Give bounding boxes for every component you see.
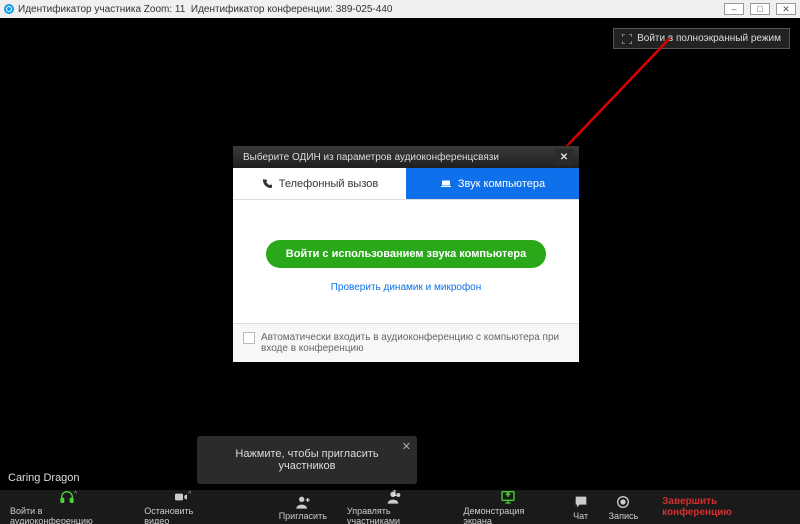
invite-label: Пригласить [279, 511, 327, 521]
invite-icon [295, 494, 311, 510]
end-meeting-button[interactable]: Завершить конференцию [648, 490, 800, 524]
audio-tabs: Телефонный вызов Звук компьютера [233, 168, 579, 200]
tab-phone-call[interactable]: Телефонный вызов [233, 168, 406, 199]
meeting-toolbar: ^ Войти в аудиоконференцию ^ Остановить … [0, 490, 800, 524]
invite-tooltip: ✕ Нажмите, чтобы пригласить участников [197, 436, 417, 484]
share-screen-label: Демонстрация экрана [463, 506, 552, 524]
window-controls: – □ ✕ [724, 3, 796, 15]
fullscreen-icon [622, 34, 632, 44]
tooltip-close-button[interactable]: ✕ [402, 440, 411, 453]
dialog-close-button[interactable]: ✕ [555, 149, 573, 165]
fullscreen-label: Войти в полноэкранный режим [637, 33, 781, 44]
participants-count-badge: 1 [393, 489, 397, 498]
chevron-up-icon: ^ [74, 491, 77, 498]
phone-icon [261, 178, 273, 190]
video-camera-icon [173, 489, 189, 505]
manage-participants-button[interactable]: 1 Управлять участниками [337, 490, 453, 524]
join-audio-label: Войти в аудиоконференцию [10, 506, 124, 524]
record-button[interactable]: Запись [599, 490, 649, 524]
participant-id-value: 11 [175, 4, 185, 15]
laptop-icon [440, 178, 452, 190]
dialog-titlebar: Выберите ОДИН из параметров аудиоконфере… [233, 146, 579, 168]
stop-video-label: Остановить видео [144, 506, 218, 524]
tooltip-text: Нажмите, чтобы пригласить участников [235, 448, 378, 472]
stop-video-button[interactable]: ^ Остановить видео [134, 490, 228, 524]
test-speaker-mic-link[interactable]: Проверить динамик и микрофон [331, 282, 482, 293]
share-screen-icon [500, 489, 516, 505]
maximize-button[interactable]: □ [750, 3, 770, 15]
tab-computer-label: Звук компьютера [458, 178, 545, 190]
chat-label: Чат [573, 511, 588, 521]
conference-id-label: Идентификатор конференции: [191, 4, 333, 15]
record-icon [615, 494, 631, 510]
dialog-footer: Автоматически входить в аудиоконференцию… [233, 323, 579, 362]
conference-id-value: 389-025-440 [336, 4, 393, 15]
headphones-icon [59, 489, 75, 505]
participant-id-label: Идентификатор участника Zoom: [18, 4, 172, 15]
dialog-body: Войти с использованием звука компьютера … [233, 200, 579, 323]
tab-phone-label: Телефонный вызов [279, 178, 378, 190]
participants-label: Управлять участниками [347, 506, 443, 524]
minimize-button[interactable]: – [724, 3, 744, 15]
close-window-button[interactable]: ✕ [776, 3, 796, 15]
dialog-title: Выберите ОДИН из параметров аудиоконфере… [243, 152, 499, 163]
enter-fullscreen-button[interactable]: Войти в полноэкранный режим [613, 28, 790, 49]
invite-button[interactable]: Пригласить [269, 490, 337, 524]
auto-join-audio-label: Автоматически входить в аудиоконференцию… [261, 332, 569, 354]
end-meeting-label: Завершить конференцию [662, 496, 786, 518]
tab-computer-audio[interactable]: Звук компьютера [406, 168, 579, 199]
chat-button[interactable]: Чат [563, 490, 599, 524]
share-screen-button[interactable]: Демонстрация экрана [453, 490, 562, 524]
self-user-name: Caring Dragon [4, 470, 84, 486]
record-label: Запись [609, 511, 639, 521]
chat-icon [573, 494, 589, 510]
chevron-up-icon: ^ [188, 491, 191, 498]
join-audio-button[interactable]: ^ Войти в аудиоконференцию [0, 490, 134, 524]
zoom-logo-icon [4, 4, 14, 14]
window-titlebar: Идентификатор участника Zoom: 11 Идентиф… [0, 0, 800, 18]
audio-options-dialog: Выберите ОДИН из параметров аудиоконфере… [233, 146, 579, 362]
auto-join-audio-checkbox[interactable] [243, 332, 255, 344]
video-stage: Войти в полноэкранный режим Выберите ОДИ… [0, 18, 800, 490]
join-with-computer-audio-button[interactable]: Войти с использованием звука компьютера [266, 240, 546, 268]
